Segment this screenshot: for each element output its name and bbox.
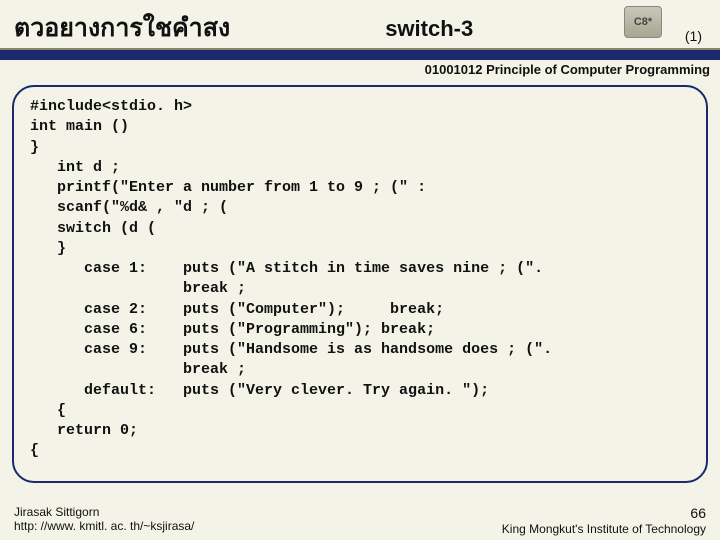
author-url: http: //www. kmitl. ac. th/~ksjirasa/ (14, 519, 194, 533)
divider-bar (0, 50, 720, 60)
page-marker: (1) (685, 28, 702, 44)
code-content: #include<stdio. h> int main () } int d ;… (30, 97, 690, 462)
footer-left: Jirasak Sittigorn http: //www. kmitl. ac… (14, 505, 194, 536)
code-box: #include<stdio. h> int main () } int d ;… (12, 85, 708, 483)
course-line: 01001012 Principle of Computer Programmi… (0, 60, 720, 81)
main-title: switch-3 (385, 16, 473, 42)
author-name: Jirasak Sittigorn (14, 505, 194, 519)
slide-header: ตวอยางการใชคำสง switch-3 C8* (1) (0, 0, 720, 50)
thai-title: ตวอยางการใชคำสง (14, 8, 230, 48)
page-number: 66 (502, 505, 706, 522)
footer-right: 66 King Mongkut's Institute of Technolog… (502, 505, 706, 536)
footer: Jirasak Sittigorn http: //www. kmitl. ac… (0, 505, 720, 536)
institute-name: King Mongkut's Institute of Technology (502, 522, 706, 536)
logo-icon: C8* (624, 6, 662, 38)
